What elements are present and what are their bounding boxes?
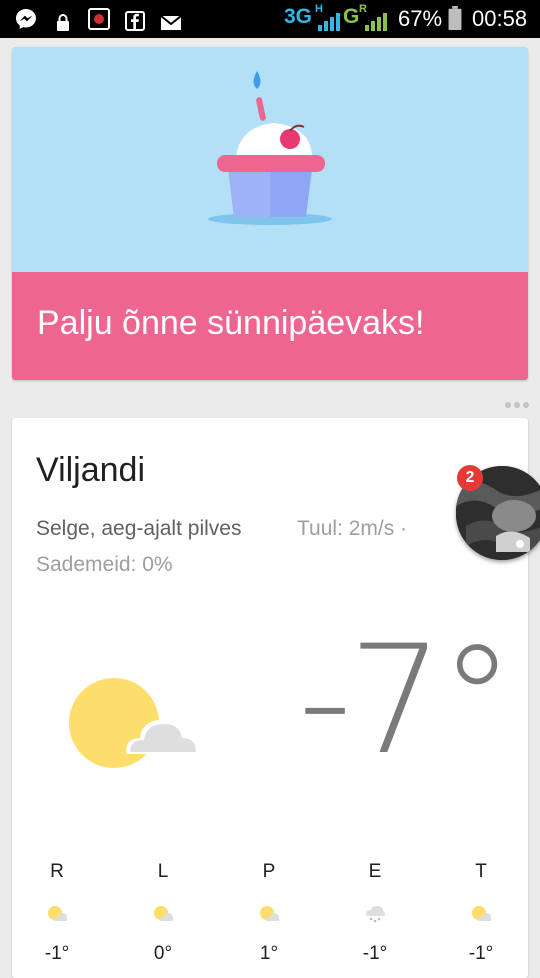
snow-icon bbox=[366, 906, 385, 923]
forecast-temp: 0° bbox=[153, 943, 173, 964]
network-type-3g: 3G bbox=[284, 5, 313, 28]
partly-cloudy-icon bbox=[48, 906, 68, 921]
forecast-row: R -1° L 0° P 1° E -1° T -1° bbox=[35, 861, 503, 978]
forecast-day: E -1° bbox=[353, 861, 397, 978]
wind-speed: Tuul: 2m/s · bbox=[297, 517, 408, 540]
clock: 00:58 bbox=[472, 6, 528, 31]
forecast-day: P 1° bbox=[247, 861, 291, 978]
birthday-message: Palju õnne sünnipäevaks! bbox=[37, 304, 425, 342]
partly-cloudy-icon bbox=[154, 906, 174, 921]
forecast-day: T -1° bbox=[459, 861, 503, 978]
lock-icon bbox=[57, 14, 69, 31]
weather-card[interactable]: Viljandi Selge, aeg-ajalt pilves Tuul: 2… bbox=[12, 418, 528, 978]
messenger-icon bbox=[16, 9, 36, 29]
forecast-day: R -1° bbox=[35, 861, 79, 978]
city-name: Viljandi bbox=[36, 451, 146, 489]
forecast-temp: -1° bbox=[468, 943, 494, 964]
more-options-icon[interactable] bbox=[504, 397, 530, 413]
battery-icon bbox=[448, 6, 462, 30]
forecast-temp: -1° bbox=[44, 943, 70, 964]
partly-cloudy-icon bbox=[260, 906, 280, 921]
chat-head-badge: 2 bbox=[457, 465, 483, 491]
forecast-day-label: R bbox=[50, 861, 64, 882]
forecast-temp: -1° bbox=[362, 943, 388, 964]
forecast-day-label: L bbox=[157, 861, 169, 882]
screen-record-icon bbox=[88, 8, 110, 30]
current-temperature: -7° bbox=[298, 614, 515, 788]
facebook-icon bbox=[125, 11, 145, 31]
forecast-temp: 1° bbox=[259, 943, 279, 964]
network-type-g: G bbox=[343, 5, 360, 28]
battery-percent: 67% bbox=[398, 6, 443, 31]
signal-icon-2 bbox=[365, 13, 387, 31]
forecast-day-label: T bbox=[475, 861, 487, 882]
birthday-banner: Palju õnne sünnipäevaks! bbox=[12, 272, 528, 380]
birthday-card[interactable]: Palju õnne sünnipäevaks! bbox=[12, 47, 528, 380]
forecast-day: L 0° bbox=[141, 861, 185, 978]
forecast-day-label: E bbox=[368, 861, 382, 882]
forecast-day-label: P bbox=[262, 861, 276, 882]
cupcake-icon bbox=[208, 71, 332, 225]
status-bar: 3G H G R 67% 00:58 bbox=[0, 0, 540, 38]
precipitation: Sademeid: 0% bbox=[36, 553, 173, 576]
gmail-icon bbox=[160, 15, 182, 30]
partly-cloudy-icon bbox=[472, 906, 492, 921]
birthday-illustration bbox=[12, 47, 528, 272]
partly-cloudy-icon bbox=[69, 678, 200, 768]
signal-icon bbox=[318, 13, 340, 31]
weather-condition: Selge, aeg-ajalt pilves bbox=[36, 517, 242, 540]
